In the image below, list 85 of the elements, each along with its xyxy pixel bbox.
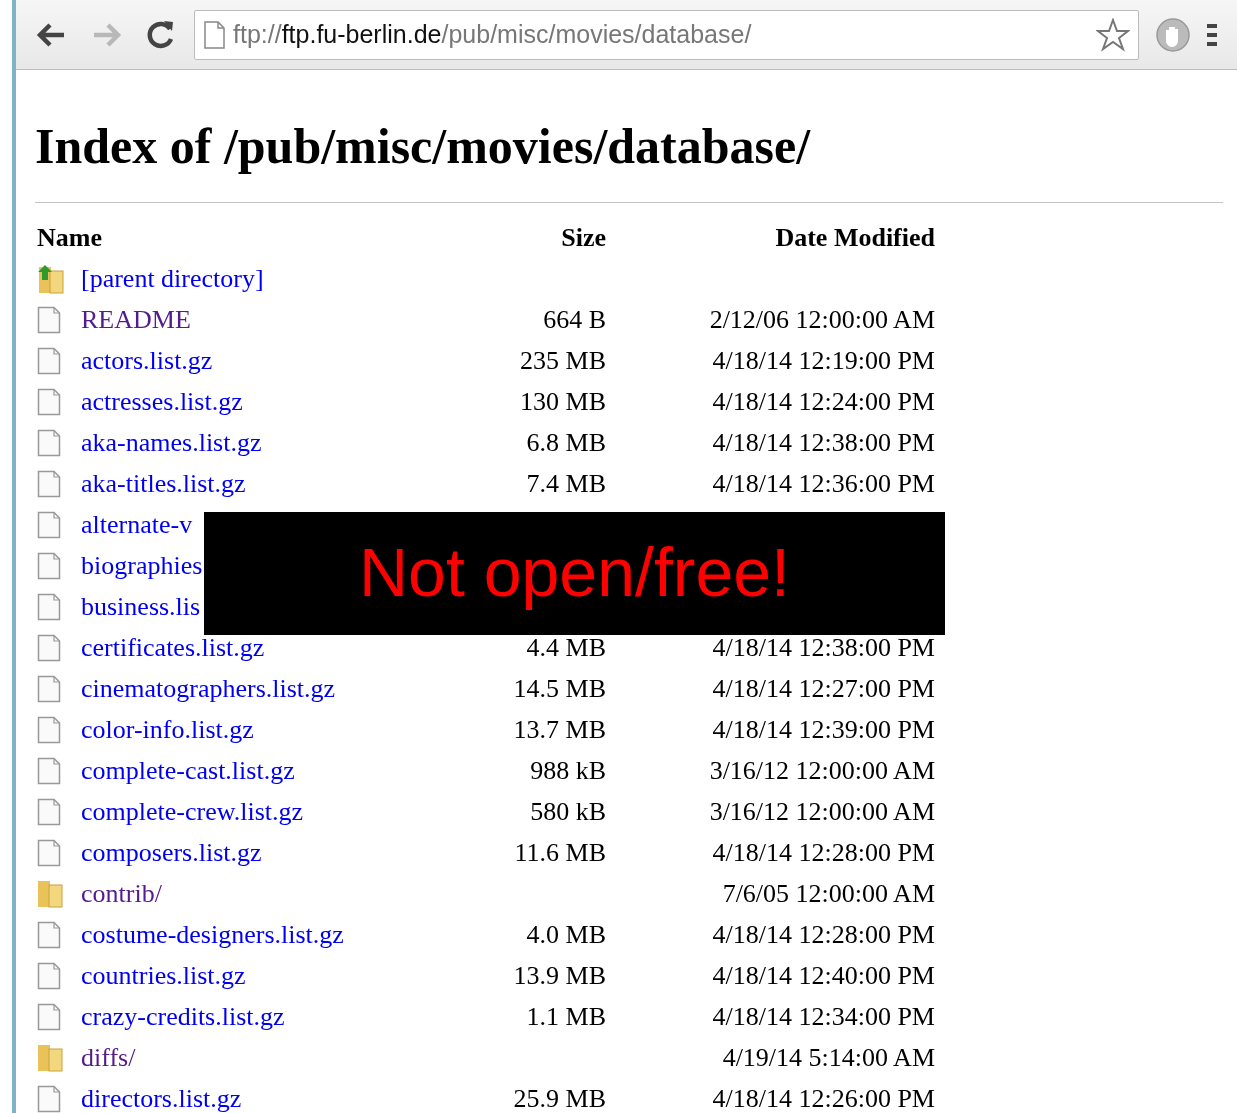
file-icon bbox=[37, 838, 61, 867]
folder-icon bbox=[37, 1043, 63, 1072]
date-modified: 4/18/14 12:19:00 PM bbox=[712, 345, 935, 375]
file-link[interactable]: complete-crew.list.gz bbox=[81, 796, 304, 826]
file-link[interactable]: countries.list.gz bbox=[81, 960, 246, 990]
file-icon bbox=[37, 592, 61, 621]
file-link[interactable]: actors.list.gz bbox=[81, 345, 213, 375]
file-icon bbox=[37, 674, 61, 703]
file-link[interactable]: certificates.list.gz bbox=[81, 632, 265, 662]
page-icon bbox=[203, 20, 225, 49]
annotation-banner: Not open/free! bbox=[204, 512, 945, 635]
file-size: 4.0 MB bbox=[526, 919, 606, 949]
date-modified: 4/18/14 12:27:00 PM bbox=[712, 673, 935, 703]
file-link[interactable]: costume-designers.list.gz bbox=[81, 919, 344, 949]
date-modified: 4/18/14 12:40:00 PM bbox=[712, 960, 935, 990]
file-size: 11.6 MB bbox=[514, 837, 606, 867]
date-modified: 3/16/12 12:00:00 AM bbox=[709, 796, 935, 826]
file-icon bbox=[37, 346, 61, 375]
file-size: 13.9 MB bbox=[513, 960, 606, 990]
file-icon bbox=[37, 756, 61, 785]
date-modified: 4/18/14 12:28:00 PM bbox=[712, 919, 935, 949]
date-modified: 2/12/06 12:00:00 AM bbox=[709, 304, 935, 334]
file-size: 7.4 MB bbox=[526, 468, 606, 498]
date-modified: 7/6/05 12:00:00 AM bbox=[722, 878, 935, 908]
file-link[interactable]: alternate-v bbox=[81, 509, 193, 539]
star-icon[interactable] bbox=[1096, 17, 1130, 52]
file-icon bbox=[37, 551, 61, 580]
date-modified: 4/18/14 12:34:00 PM bbox=[712, 1001, 935, 1031]
file-icon bbox=[37, 510, 61, 539]
date-modified: 4/18/14 12:39:00 PM bbox=[712, 714, 935, 744]
parent-directory-link[interactable]: [parent directory] bbox=[81, 263, 264, 293]
file-icon bbox=[37, 633, 61, 662]
folder-icon bbox=[37, 879, 63, 908]
date-modified: 4/18/14 12:28:00 PM bbox=[712, 837, 935, 867]
date-modified: 4/18/14 12:24:00 PM bbox=[712, 386, 935, 416]
page-heading: Index of /pub/misc/movies/database/ bbox=[35, 117, 812, 176]
file-link[interactable]: biographies bbox=[81, 550, 203, 580]
file-size: 1.1 MB bbox=[526, 1001, 606, 1031]
file-icon bbox=[37, 715, 61, 744]
file-icon bbox=[37, 797, 61, 826]
file-icon bbox=[37, 961, 61, 990]
file-link[interactable]: composers.list.gz bbox=[81, 837, 262, 867]
file-link[interactable]: business.lis bbox=[81, 591, 201, 621]
extension-icon[interactable] bbox=[1155, 16, 1191, 53]
file-size: 14.5 MB bbox=[513, 673, 606, 703]
address-bar[interactable]: ftp://ftp.fu-berlin.de/pub/misc/movies/database/ bbox=[194, 9, 1139, 60]
file-link[interactable]: cinematographers.list.gz bbox=[81, 673, 336, 703]
folder-link[interactable]: contrib/ bbox=[81, 878, 162, 908]
file-icon bbox=[37, 387, 61, 416]
date-modified: 4/18/14 12:26:00 PM bbox=[712, 1083, 935, 1113]
name-column-header[interactable]: Name bbox=[37, 222, 102, 252]
size-column-header[interactable]: Size bbox=[561, 222, 606, 252]
file-link[interactable]: aka-names.list.gz bbox=[81, 427, 262, 457]
date-modified: 4/19/14 5:14:00 AM bbox=[722, 1042, 935, 1072]
menu-icon[interactable] bbox=[1207, 21, 1217, 48]
file-icon bbox=[37, 1002, 61, 1031]
file-icon bbox=[37, 469, 61, 498]
file-icon bbox=[37, 1084, 61, 1113]
file-link[interactable]: README bbox=[81, 304, 191, 334]
file-icon bbox=[37, 428, 61, 457]
file-size: 25.9 MB bbox=[513, 1083, 606, 1113]
file-icon bbox=[37, 920, 61, 949]
file-link[interactable]: complete-cast.list.gz bbox=[81, 755, 295, 785]
date-column-header[interactable]: Date Modified bbox=[775, 222, 935, 252]
date-modified: 4/18/14 12:38:00 PM bbox=[712, 632, 935, 662]
file-size: 6.8 MB bbox=[526, 427, 606, 457]
folder-link[interactable]: diffs/ bbox=[81, 1042, 136, 1072]
file-icon bbox=[37, 305, 61, 334]
file-size: 130 MB bbox=[520, 386, 606, 416]
file-link[interactable]: crazy-credits.list.gz bbox=[81, 1001, 285, 1031]
url-text: ftp://ftp.fu-berlin.de/pub/misc/movies/database/ bbox=[233, 20, 753, 49]
file-link[interactable]: color-info.list.gz bbox=[81, 714, 254, 744]
file-size: 13.7 MB bbox=[513, 714, 606, 744]
date-modified: 3/16/12 12:00:00 AM bbox=[709, 755, 935, 785]
file-link[interactable]: aka-titles.list.gz bbox=[81, 468, 246, 498]
file-link[interactable]: actresses.list.gz bbox=[81, 386, 243, 416]
file-link[interactable]: directors.list.gz bbox=[81, 1083, 242, 1113]
file-size: 580 kB bbox=[530, 796, 606, 826]
file-size: 4.4 MB bbox=[526, 632, 606, 662]
file-size: 664 B bbox=[543, 304, 606, 334]
date-modified: 4/18/14 12:38:00 PM bbox=[712, 427, 935, 457]
date-modified: 4/18/14 12:36:00 PM bbox=[712, 468, 935, 498]
file-size: 235 MB bbox=[520, 345, 606, 375]
parent-folder-icon bbox=[37, 263, 65, 294]
file-size: 988 kB bbox=[530, 755, 606, 785]
